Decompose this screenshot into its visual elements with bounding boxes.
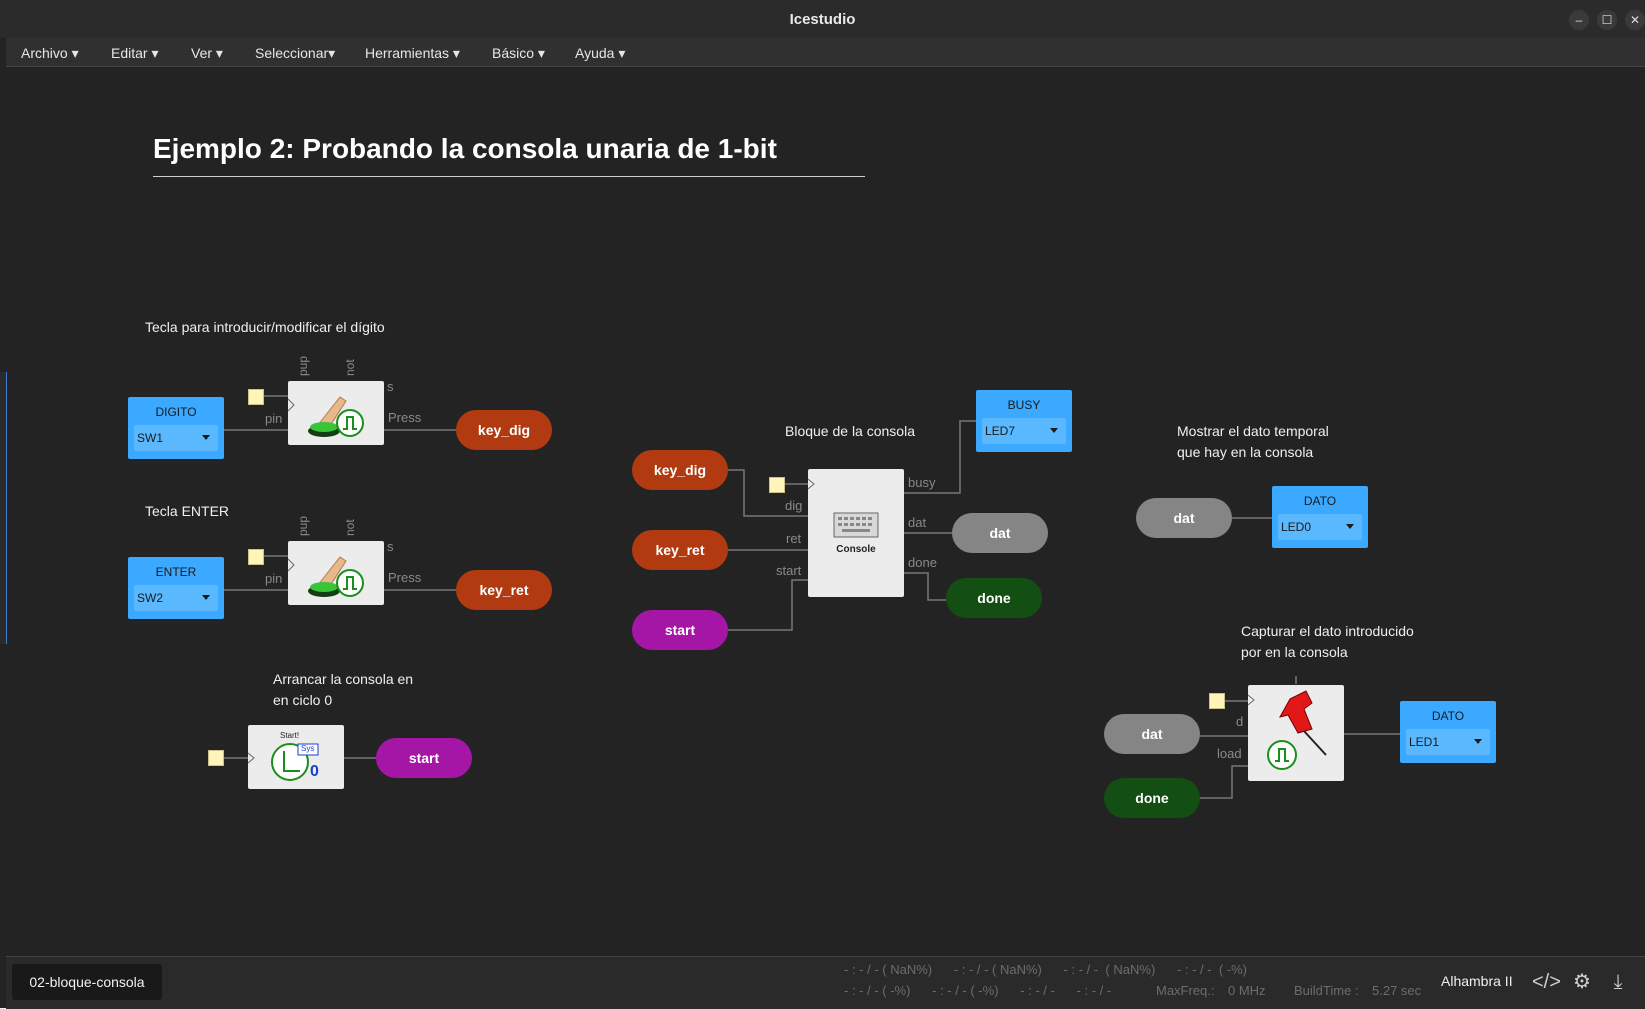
chevron-down-icon bbox=[1050, 428, 1058, 433]
start-block-title: Start! bbox=[280, 731, 300, 740]
note-enter-key[interactable]: Tecla ENTER bbox=[145, 501, 229, 522]
clock-input-start[interactable] bbox=[208, 750, 224, 766]
chevron-down-icon bbox=[202, 435, 210, 440]
note-capture-line1: Capturar el dato introducido bbox=[1241, 623, 1414, 639]
download-icon[interactable]: ⤓ bbox=[1604, 967, 1632, 997]
label-dat-in-led0[interactable]: dat bbox=[1136, 498, 1232, 538]
label-key-dig-in[interactable]: key_dig bbox=[632, 450, 728, 490]
port-pup: pup bbox=[296, 515, 310, 536]
status-bar: 02-bloque-consola - : - / - ( NaN%) - : … bbox=[6, 956, 1645, 1009]
register-block[interactable] bbox=[1247, 685, 1344, 781]
output-dato-led0-title: DATO bbox=[1303, 494, 1337, 508]
port-s: s bbox=[387, 539, 394, 554]
pushpin-icon bbox=[1247, 690, 1327, 770]
board-selector[interactable]: Alhambra II bbox=[1441, 973, 1513, 989]
note-start-line2: en ciclo 0 bbox=[273, 692, 333, 708]
clock-input-digito[interactable] bbox=[248, 389, 264, 405]
port-done: done bbox=[908, 555, 937, 570]
clock-input-console[interactable] bbox=[769, 477, 785, 493]
resource-usage-row2: - : - / - ( -%) - : - / - ( -%) - : - / … bbox=[844, 983, 1112, 998]
port-pin: pin bbox=[265, 411, 283, 426]
input-enter-select[interactable]: SW2 bbox=[134, 585, 218, 611]
clock-input-capture[interactable] bbox=[1209, 693, 1225, 709]
console-block-label: Console bbox=[836, 544, 876, 555]
start-block[interactable]: Start! Sys 0 bbox=[247, 725, 344, 789]
app-window: Icestudio – ☐ ✕ Archivo ▾ Editar ▾ Ver ▾… bbox=[0, 0, 1645, 1009]
file-tab[interactable]: 02-bloque-consola bbox=[12, 964, 162, 1000]
chevron-down-icon bbox=[1346, 524, 1354, 529]
push-button-icon bbox=[287, 396, 364, 437]
output-busy[interactable]: BUSY LED7 bbox=[976, 390, 1072, 452]
note-capture-data[interactable]: Capturar el dato introducido por en la c… bbox=[1241, 621, 1414, 663]
port-d: d bbox=[1236, 714, 1244, 729]
input-digito[interactable]: DIGITO SW1 bbox=[128, 397, 224, 459]
page-title: Ejemplo 2: Probando la consola unaria de… bbox=[153, 133, 777, 164]
port-ret: ret bbox=[786, 531, 802, 546]
note-show-data[interactable]: Mostrar el dato temporal que hay en la c… bbox=[1177, 421, 1329, 463]
label-dat-in-capture[interactable]: dat bbox=[1104, 714, 1200, 754]
port-dig: dig bbox=[785, 498, 803, 513]
output-dato-led1-select[interactable]: LED1 bbox=[1406, 729, 1490, 755]
label-done-in-capture[interactable]: done bbox=[1104, 778, 1200, 818]
input-digito-title: DIGITO bbox=[155, 405, 197, 419]
buildtime-label: BuildTime : bbox=[1294, 983, 1359, 998]
settings-icon[interactable]: ⚙ bbox=[1568, 967, 1596, 997]
output-dato-led1-title: DATO bbox=[1431, 709, 1465, 723]
note-show-line2: que hay en la consola bbox=[1177, 444, 1314, 460]
input-enter[interactable]: ENTER SW2 bbox=[128, 557, 224, 619]
port-busy: busy bbox=[908, 475, 936, 490]
label-key-ret-in[interactable]: key_ret bbox=[632, 530, 728, 570]
console-block[interactable]: Console bbox=[807, 469, 904, 597]
port-load: load bbox=[1217, 746, 1242, 761]
note-show-line1: Mostrar el dato temporal bbox=[1177, 423, 1329, 439]
chevron-down-icon bbox=[1474, 739, 1482, 744]
label-start-out[interactable]: start bbox=[376, 738, 472, 778]
input-digito-select[interactable]: SW1 bbox=[134, 425, 218, 451]
label-dat-out[interactable]: dat bbox=[952, 513, 1048, 553]
note-start-line1: Arrancar la consola en bbox=[273, 671, 414, 687]
port-s: s bbox=[387, 379, 394, 394]
label-key-dig-out[interactable]: key_dig bbox=[456, 410, 552, 450]
maxfreq-label: MaxFreq.: bbox=[1156, 983, 1215, 998]
resource-usage-row1: - : - / - ( NaN%) - : - / - ( NaN%) - : … bbox=[844, 962, 1247, 977]
port-start: start bbox=[776, 563, 802, 578]
title-underline bbox=[153, 176, 865, 177]
output-busy-select[interactable]: LED7 bbox=[982, 418, 1066, 444]
port-press: Press bbox=[388, 410, 422, 425]
buildtime-value: 5.27 sec bbox=[1372, 983, 1422, 998]
code-icon[interactable]: </> bbox=[1532, 967, 1561, 997]
note-start[interactable]: Arrancar la consola en en ciclo 0 bbox=[273, 669, 413, 711]
output-dato-led1[interactable]: DATO LED1 bbox=[1400, 701, 1496, 763]
chevron-down-icon bbox=[202, 595, 210, 600]
label-key-ret-out[interactable]: key_ret bbox=[456, 570, 552, 610]
push-button-icon bbox=[287, 556, 364, 597]
note-digit-key[interactable]: Tecla para introducir/modificar el dígit… bbox=[145, 317, 385, 338]
port-dat: dat bbox=[908, 515, 927, 530]
start-block-zero: 0 bbox=[310, 763, 319, 780]
port-pup: pup bbox=[296, 355, 310, 376]
maxfreq-value: 0 MHz bbox=[1228, 983, 1266, 998]
port-pin: pin bbox=[265, 571, 283, 586]
output-dato-led0-select[interactable]: LED0 bbox=[1278, 514, 1362, 540]
label-start-in[interactable]: start bbox=[632, 610, 728, 650]
port-not: not bbox=[343, 359, 357, 376]
port-press: Press bbox=[388, 570, 422, 585]
keyboard-icon bbox=[807, 478, 879, 538]
output-busy-title: BUSY bbox=[1007, 398, 1041, 412]
clock-input-enter[interactable] bbox=[248, 549, 264, 565]
note-capture-line2: por en la consola bbox=[1241, 644, 1348, 660]
note-console-block[interactable]: Bloque de la consola bbox=[785, 421, 915, 442]
button-block-digito[interactable] bbox=[287, 381, 384, 445]
output-dato-led0[interactable]: DATO LED0 bbox=[1272, 486, 1368, 548]
input-enter-title: ENTER bbox=[155, 565, 197, 579]
label-done-out[interactable]: done bbox=[946, 578, 1042, 618]
port-not: not bbox=[343, 519, 357, 536]
button-block-enter[interactable] bbox=[287, 541, 384, 605]
start-block-sys: Sys bbox=[301, 744, 315, 753]
